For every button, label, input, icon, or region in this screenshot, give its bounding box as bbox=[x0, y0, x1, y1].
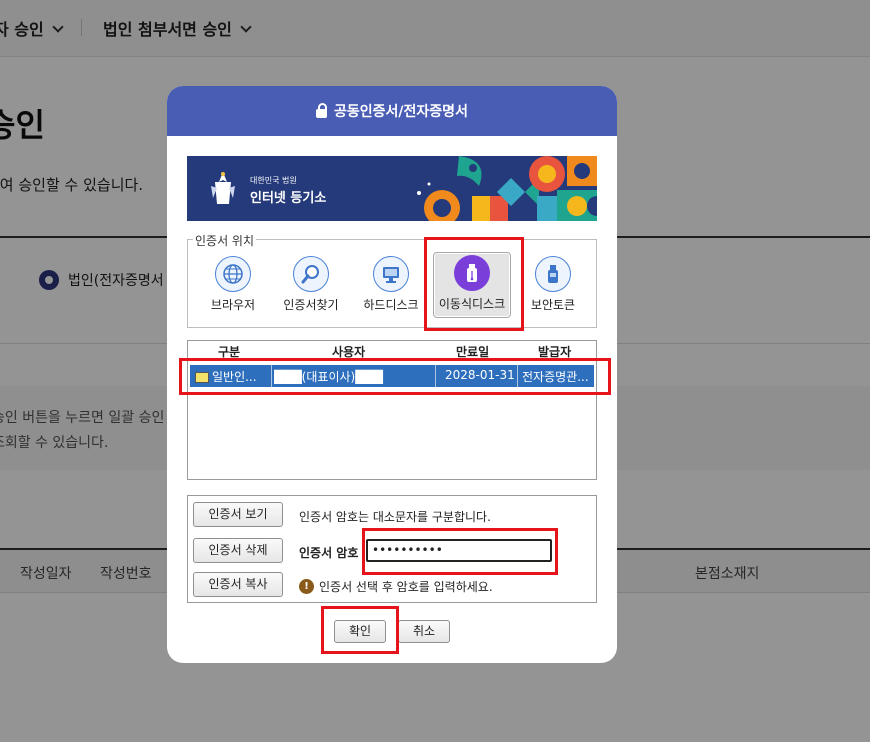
location-find-button[interactable]: 인증서찾기 bbox=[272, 254, 350, 318]
copy-certificate-button[interactable]: 인증서 복사 bbox=[193, 572, 283, 597]
certificate-location-group: 인증서 위치 브라우저 인증서찾기 하드디스크 이동식디스크 보안토큰 bbox=[187, 232, 597, 328]
annotation-box-ok-button bbox=[321, 606, 399, 654]
magnifier-icon bbox=[293, 256, 329, 292]
location-security-token-label: 보안토큰 bbox=[530, 298, 576, 312]
location-browser-button[interactable]: 브라우저 bbox=[194, 254, 272, 318]
password-case-note: 인증서 암호는 대소문자를 구분합니다. bbox=[299, 510, 491, 524]
location-browser-label: 브라우저 bbox=[210, 298, 256, 312]
dialog-header: 공동인증서/전자증명서 bbox=[167, 86, 617, 136]
password-warning-text: 인증서 선택 후 암호를 입력하세요. bbox=[319, 580, 493, 594]
globe-icon bbox=[215, 256, 251, 292]
location-find-label: 인증서찾기 bbox=[283, 298, 339, 312]
location-harddisk-label: 하드디스크 bbox=[363, 298, 419, 312]
dialog-title: 공동인증서/전자증명서 bbox=[334, 104, 468, 120]
annotation-box-certificate-row bbox=[179, 358, 611, 395]
exclamation-icon: ! bbox=[299, 579, 314, 594]
iros-banner: 대한민국 법원 인터넷 등기소 bbox=[187, 156, 597, 221]
annotation-box-removable-disk bbox=[424, 237, 524, 331]
monitor-icon bbox=[373, 256, 409, 292]
view-certificate-button[interactable]: 인증서 보기 bbox=[193, 502, 283, 527]
password-label: 인증서 암호 bbox=[299, 546, 359, 560]
banner-title: 인터넷 등기소 bbox=[250, 191, 327, 206]
token-icon bbox=[535, 256, 571, 292]
banner-decoration-icon bbox=[417, 156, 597, 221]
court-logo-icon bbox=[211, 172, 235, 204]
annotation-box-password bbox=[362, 528, 558, 575]
cancel-button[interactable]: 취소 bbox=[398, 620, 450, 643]
location-security-token-button[interactable]: 보안토큰 bbox=[514, 254, 592, 318]
lock-icon bbox=[316, 102, 328, 118]
delete-certificate-button[interactable]: 인증서 삭제 bbox=[193, 538, 283, 563]
location-harddisk-button[interactable]: 하드디스크 bbox=[352, 254, 430, 318]
banner-subtitle: 대한민국 법원 bbox=[250, 176, 297, 185]
password-warning: ! 인증서 선택 후 암호를 입력하세요. bbox=[299, 578, 493, 595]
location-legend: 인증서 위치 bbox=[193, 232, 257, 249]
